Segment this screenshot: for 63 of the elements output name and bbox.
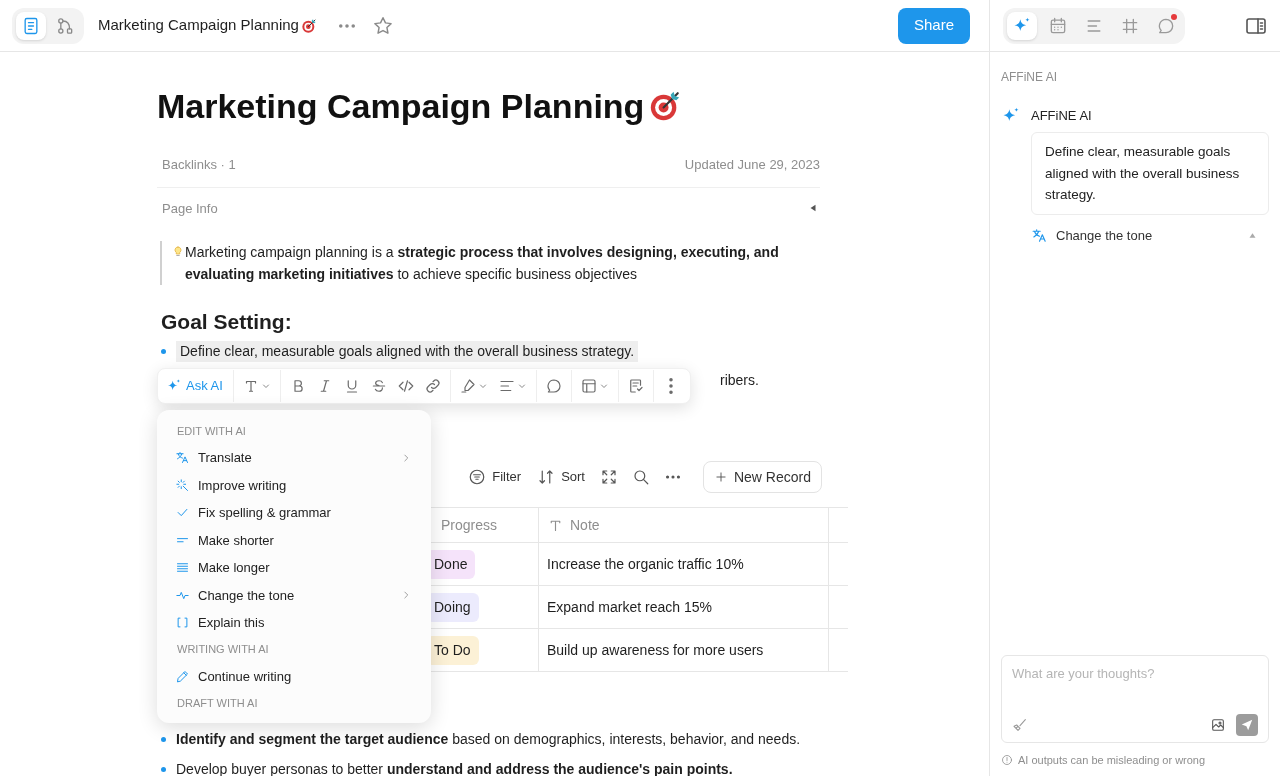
- doc-title[interactable]: Marketing Campaign Planning: [98, 14, 299, 37]
- menu-item[interactable]: Make shorter: [169, 526, 419, 554]
- filter-button[interactable]: Filter: [462, 462, 528, 492]
- send-icon: [1240, 717, 1254, 732]
- menu-section-label: EDIT WITH AI: [176, 423, 247, 439]
- menu-section-label: WRITING WITH AI: [176, 642, 270, 658]
- menu-item[interactable]: Continue writing: [169, 662, 419, 690]
- list-item-text: Define clear, measurable goals aligned with the overall business strategy.: [176, 341, 639, 362]
- more-icon: [338, 23, 355, 28]
- translate-icon: [1031, 227, 1048, 244]
- layout-icon: [579, 377, 598, 395]
- sort-button[interactable]: Sort: [531, 462, 591, 492]
- list-item-text: Identify and segment the target audience based on demographics, interests, behavior, and needs.: [176, 729, 801, 749]
- connector-icon: [55, 15, 75, 36]
- list-item-text: ribers.: [719, 371, 760, 390]
- code-icon: [396, 377, 415, 395]
- ai-tab[interactable]: [1007, 11, 1037, 40]
- menu-section-label: DRAFT WITH AI: [176, 695, 259, 711]
- menu-item[interactable]: Change the tone: [169, 581, 419, 609]
- info-icon: [1001, 753, 1013, 766]
- new-record-button[interactable]: New Record: [702, 461, 822, 493]
- menu-item[interactable]: Improve writing: [169, 471, 419, 499]
- menu-item[interactable]: Translate: [169, 444, 419, 472]
- updated-date: Updated June 29, 2023: [684, 156, 820, 174]
- more-icon: [665, 475, 680, 479]
- plus-icon: [713, 470, 728, 484]
- table-cell-text: Build up awareness for more users: [547, 640, 764, 660]
- link-icon: [423, 377, 442, 395]
- callout-text: Marketing campaign planning is a strategic process that involves designing, executing, and evaluating marketing initiatives to achieve specific business objectives: [185, 243, 780, 284]
- filter-icon: [468, 468, 487, 486]
- search-icon: [631, 468, 650, 486]
- section-heading: Goal Setting:: [161, 309, 293, 335]
- send-button[interactable]: [1236, 713, 1258, 736]
- table-cell-text: Expand market reach 15%: [547, 597, 712, 617]
- page-title: Marketing Campaign Planning: [157, 86, 645, 126]
- calendar-icon: [1048, 15, 1068, 36]
- expand-triangle-icon[interactable]: [1248, 231, 1257, 240]
- table-cell-text: Increase the organic traffic 10%: [547, 554, 744, 574]
- wand-icon: [175, 477, 190, 493]
- sender-name: AFFiNE AI: [1031, 107, 1092, 126]
- message-input[interactable]: What are your thoughts?: [1012, 663, 1258, 683]
- change-tone-action[interactable]: Change the tone: [1031, 222, 1269, 249]
- page-mode-tab[interactable]: [16, 11, 46, 40]
- list-item-text: Develop buyer personas to better understand and address the audience's pain points.: [176, 759, 733, 776]
- sort-icon: [537, 468, 556, 486]
- translate-icon: [175, 450, 190, 466]
- broom-icon: [1012, 716, 1028, 733]
- image-icon: [1210, 716, 1226, 733]
- brackets-icon: [175, 615, 190, 631]
- menu-item[interactable]: Make longer: [169, 554, 419, 582]
- comment-icon: [544, 377, 563, 395]
- menu-item[interactable]: Explain this: [169, 609, 419, 637]
- menu-item[interactable]: Fix spelling & grammar: [169, 499, 419, 527]
- quoted-text: Define clear, measurable goals aligned with the overall business strategy.: [1031, 132, 1269, 215]
- pencil-icon: [175, 668, 190, 684]
- more-icon: [668, 378, 673, 394]
- collapse-triangle-icon[interactable]: [808, 203, 818, 214]
- panel-heading: AFFiNE AI: [1001, 69, 1058, 86]
- star-icon: [371, 14, 394, 37]
- target-icon: [300, 17, 317, 34]
- disclaimer-text: AI outputs can be misleading or wrong: [1018, 752, 1206, 768]
- lightbulb-icon: [172, 244, 184, 259]
- expand-icon: [599, 468, 618, 486]
